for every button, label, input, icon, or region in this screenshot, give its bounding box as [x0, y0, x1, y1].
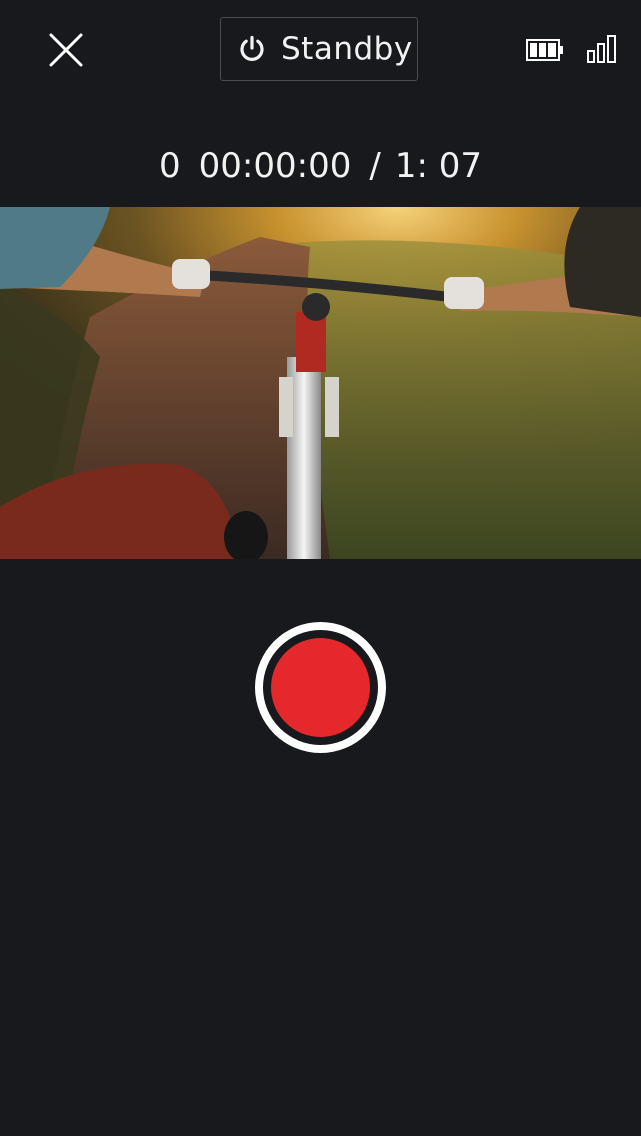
- close-icon: [49, 33, 83, 67]
- standby-label: Standby: [281, 31, 413, 67]
- time-separator: /: [369, 146, 381, 186]
- elapsed-time: 00:00:00: [198, 146, 352, 186]
- camera-preview[interactable]: [0, 207, 641, 559]
- remaining-time: 1: 07: [394, 146, 482, 186]
- record-icon: [271, 638, 370, 737]
- standby-button[interactable]: Standby: [220, 17, 418, 81]
- camera-remote-screen: Standby 0 00:00:00 / 1: 07: [0, 0, 641, 1136]
- preview-image: [0, 207, 641, 559]
- close-button[interactable]: [44, 28, 88, 72]
- battery-icon: [526, 39, 563, 61]
- recording-status: 0 00:00:00 / 1: 07: [0, 138, 641, 194]
- power-icon: [240, 35, 264, 61]
- signal-icon: [587, 35, 616, 63]
- capture-count: 0: [159, 146, 181, 186]
- record-button[interactable]: [255, 622, 386, 753]
